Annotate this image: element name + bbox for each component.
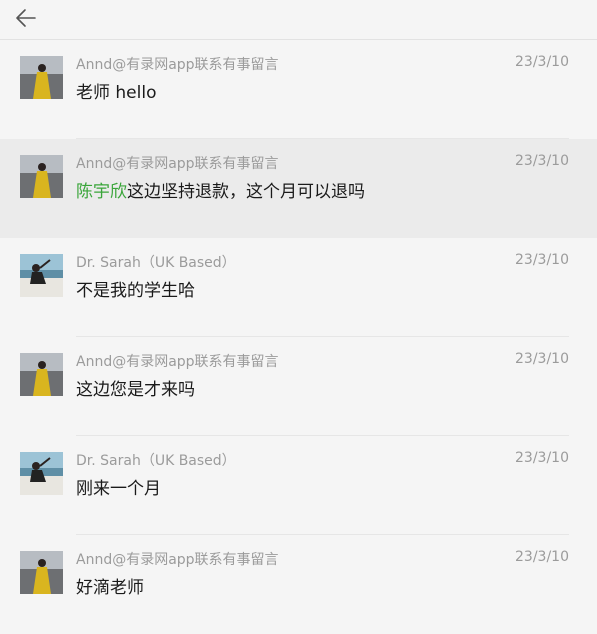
- avatar[interactable]: [20, 353, 63, 396]
- sender-name: Dr. Sarah（UK Based）: [76, 255, 236, 271]
- sender-name: Annd@有录网app联系有事留言: [76, 156, 279, 172]
- message-item[interactable]: Dr. Sarah（UK Based） 23/3/10 不是我的学生哈: [0, 238, 597, 337]
- message-list: Annd@有录网app联系有事留言 23/3/10 老师 hello Annd@…: [0, 40, 597, 634]
- message-text: 好滴老师: [76, 578, 144, 598]
- avatar[interactable]: [20, 254, 63, 297]
- message-time: 23/3/10: [515, 351, 569, 367]
- message-text: 刚来一个月: [76, 479, 161, 499]
- message-time: 23/3/10: [515, 549, 569, 565]
- message-text: 老师 hello: [76, 83, 157, 103]
- sender-name: Annd@有录网app联系有事留言: [76, 354, 279, 370]
- sender-name: Annd@有录网app联系有事留言: [76, 552, 279, 568]
- message-item[interactable]: Annd@有录网app联系有事留言 23/3/10 这边您是才来吗: [0, 337, 597, 436]
- top-bar: [0, 0, 597, 40]
- avatar[interactable]: [20, 56, 63, 99]
- message-text: 陈宇欣这边坚持退款，这个月可以退吗: [76, 177, 365, 202]
- mention-link[interactable]: 陈宇欣: [76, 182, 127, 202]
- message-time: 23/3/10: [515, 450, 569, 466]
- message-text: 这边您是才来吗: [76, 380, 195, 400]
- arrow-left-icon: [16, 9, 36, 27]
- message-text-body: 这边坚持退款，这个月可以退吗: [127, 182, 365, 202]
- back-button[interactable]: [12, 4, 40, 32]
- message-item[interactable]: Annd@有录网app联系有事留言 23/3/10 老师 hello: [0, 40, 597, 139]
- message-item[interactable]: Annd@有录网app联系有事留言 23/3/10 陈宇欣这边坚持退款，这个月可…: [0, 139, 597, 238]
- message-time: 23/3/10: [515, 153, 569, 169]
- sender-name: Annd@有录网app联系有事留言: [76, 57, 279, 73]
- sender-name: Dr. Sarah（UK Based）: [76, 453, 236, 469]
- message-time: 23/3/10: [515, 252, 569, 268]
- message-item[interactable]: Annd@有录网app联系有事留言 23/3/10 好滴老师: [0, 535, 597, 634]
- message-text: 不是我的学生哈: [76, 281, 195, 301]
- avatar[interactable]: [20, 452, 63, 495]
- avatar[interactable]: [20, 551, 63, 594]
- message-item[interactable]: Dr. Sarah（UK Based） 23/3/10 刚来一个月: [0, 436, 597, 535]
- message-time: 23/3/10: [515, 54, 569, 70]
- avatar[interactable]: [20, 155, 63, 198]
